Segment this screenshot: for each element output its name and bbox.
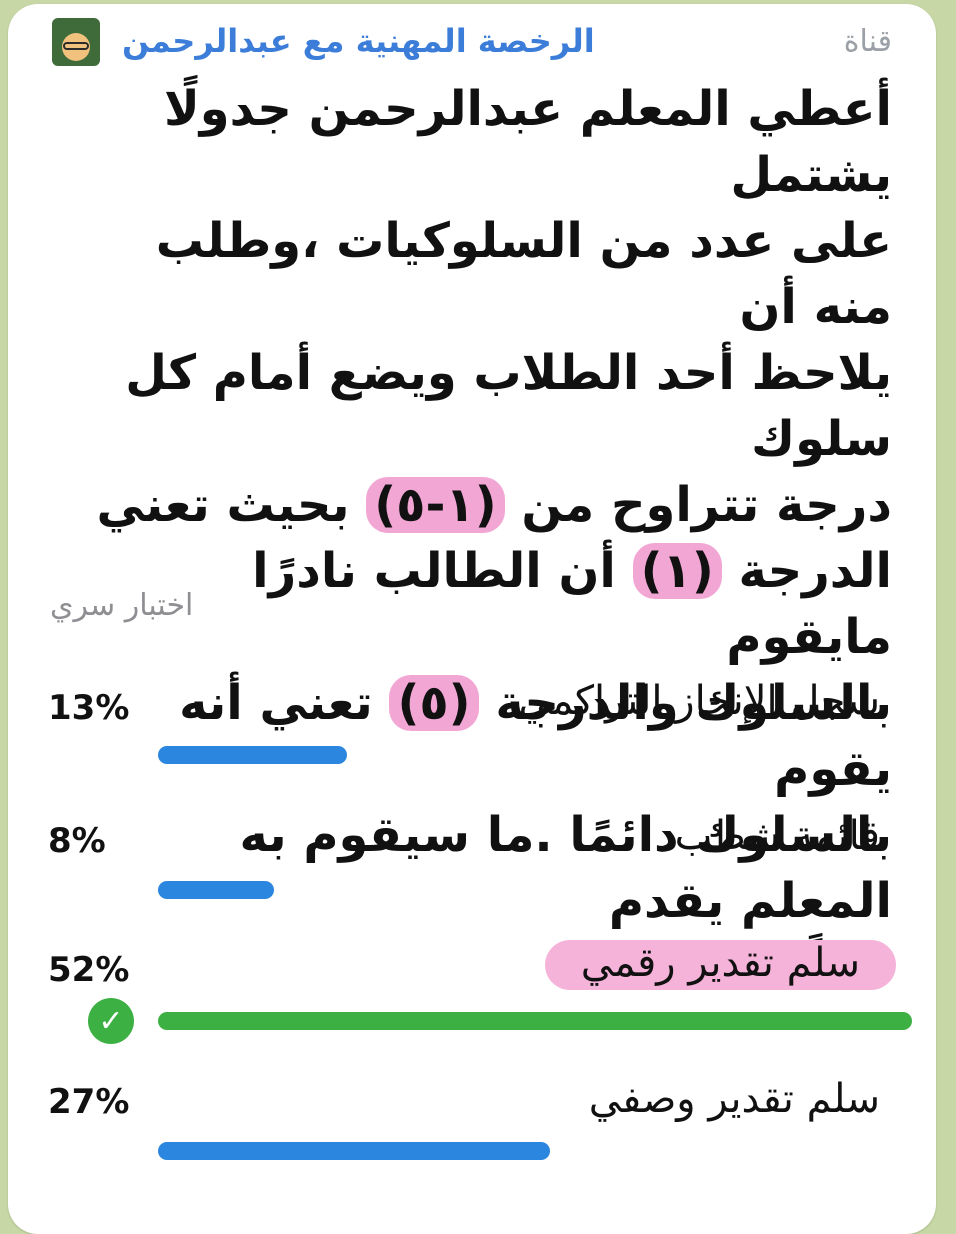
option-bar — [158, 746, 347, 764]
highlight-mark: سلم تقدير رقمي — [544, 940, 896, 990]
checkmark-icon: ✓ — [88, 998, 134, 1044]
message-header: قناة الرخصة المهنية مع عبدالرحمن — [48, 18, 896, 68]
option-label: قائمة شطب — [674, 813, 880, 859]
option-label: سجل الإنجاز التراكمي — [518, 678, 880, 724]
question-line: أعطي المعلم عبدالرحمن جدولًا يشتمل — [164, 81, 892, 203]
option-percent: 13% — [48, 688, 130, 728]
option-percent: 27% — [48, 1082, 130, 1122]
option-bar — [158, 1142, 550, 1160]
question-line: الدرجة (١) أن الطالب نادرًا مايقوم — [252, 543, 892, 665]
message-bubble: قناة الرخصة المهنية مع عبدالرحمن أعطي ال… — [8, 4, 936, 1234]
option-bar — [158, 881, 274, 899]
highlight-mark: (٥) — [389, 675, 479, 731]
option-label: سلم تقدير رقمي — [544, 940, 896, 990]
quiz-type-label: اختبار سري — [50, 588, 194, 623]
question-text: أعطي المعلم عبدالرحمن جدولًا يشتمل على ع… — [72, 76, 892, 1000]
channel-name-link[interactable]: الرخصة المهنية مع عبدالرحمن — [122, 22, 595, 60]
question-line: درجة تتراوح من (١-٥) بحيث تعني — [96, 477, 892, 533]
option-percent: 52% — [48, 950, 130, 990]
highlight-mark: (١-٥) — [366, 477, 505, 533]
question-line: على عدد من السلوكيات ،وطلب منه أن — [155, 213, 892, 335]
option-bar — [158, 1012, 912, 1030]
channel-label: قناة — [843, 24, 892, 59]
option-percent: 8% — [48, 821, 106, 861]
highlight-mark: (١) — [632, 543, 722, 599]
teacher-emoji-icon — [52, 18, 100, 66]
question-line: يلاحظ أحد الطلاب ويضع أمام كل سلوك — [125, 345, 892, 467]
option-label: سلم تقدير وصفي — [588, 1076, 880, 1122]
